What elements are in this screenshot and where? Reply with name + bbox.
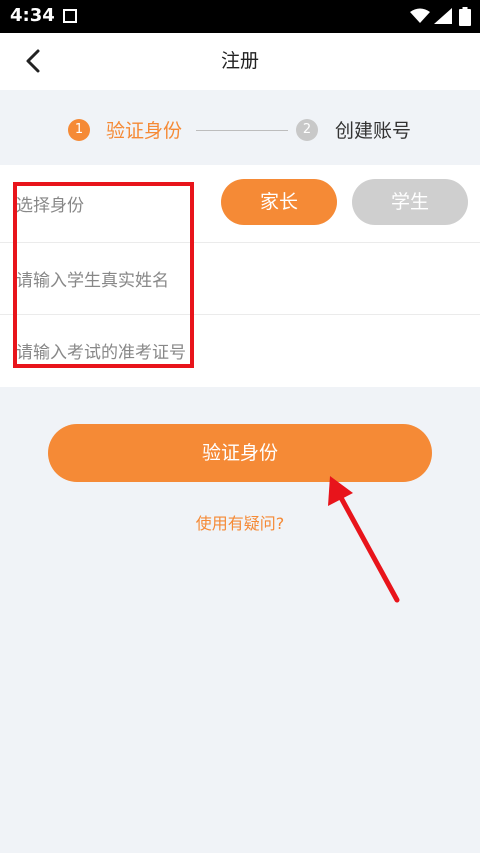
step-1-label: 验证身份 — [106, 120, 183, 142]
step-2-number: 2 — [296, 119, 318, 141]
page-title: 注册 — [220, 50, 259, 72]
notification-icon — [63, 9, 77, 23]
step-indicator: 1 验证身份 2 创建账号 — [0, 110, 480, 150]
battery-icon — [459, 7, 471, 26]
step-2-label: 创建账号 — [335, 120, 412, 142]
status-time: 4:34 — [10, 5, 55, 26]
annotation-arrow-icon — [328, 476, 400, 603]
status-bar: 4:34 — [0, 0, 480, 33]
signal-icon — [434, 8, 452, 24]
student-role-button[interactable]: 学生 — [352, 179, 468, 225]
parent-role-button[interactable]: 家长 — [221, 179, 337, 225]
step-connector — [196, 130, 288, 131]
app-header: 注册 — [0, 33, 480, 90]
step-1-number: 1 — [68, 119, 90, 141]
annotation-highlight-box — [13, 182, 194, 368]
wifi-icon — [410, 8, 430, 23]
